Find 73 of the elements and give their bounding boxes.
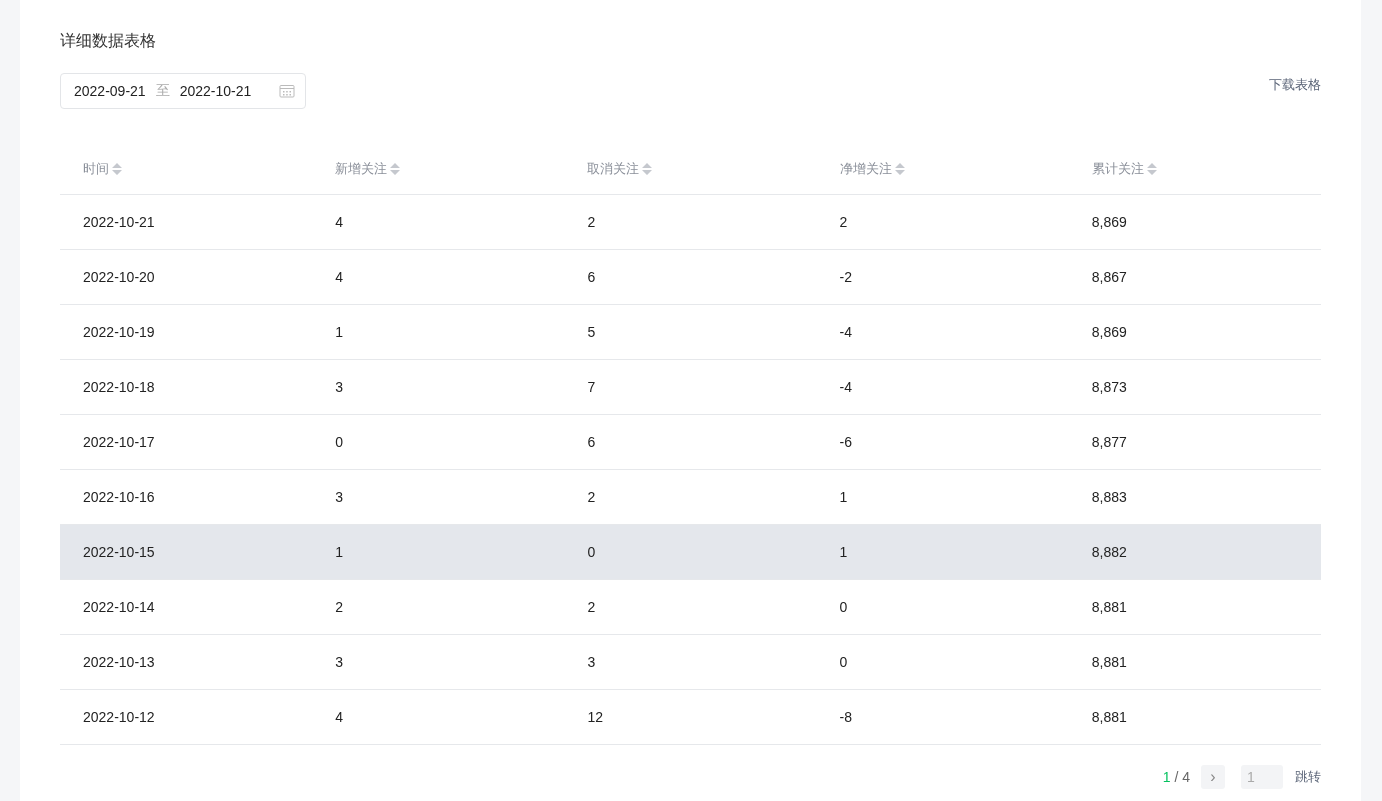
table-cell: 0 — [564, 524, 817, 580]
table-cell: 0 — [816, 579, 1069, 635]
table-cell: 2022-10-20 — [60, 249, 313, 305]
table-cell: 0 — [312, 414, 565, 470]
table-cell: 8,873 — [1068, 359, 1321, 415]
sort-icon[interactable] — [894, 161, 905, 176]
jump-link[interactable]: 跳转 — [1295, 768, 1321, 786]
table-cell: -4 — [816, 304, 1069, 360]
table-cell: 8,883 — [1068, 469, 1321, 525]
table-cell: 3 — [312, 469, 565, 525]
table-cell: 2 — [816, 194, 1069, 250]
table-cell: 1 — [816, 524, 1069, 580]
table-row[interactable]: 2022-10-12 4 12 -8 8,881 — [60, 689, 1321, 745]
table-cell: 8,869 — [1068, 194, 1321, 250]
table-cell: 4 — [312, 249, 565, 305]
sort-icon[interactable] — [1146, 161, 1157, 176]
table-cell: 4 — [312, 689, 565, 745]
table-cell: 12 — [564, 689, 817, 745]
table-cell: -6 — [816, 414, 1069, 470]
table-cell: 3 — [312, 634, 565, 690]
table-cell: -8 — [816, 689, 1069, 745]
page-input[interactable]: 1 — [1241, 765, 1283, 789]
table-cell: 2022-10-12 — [60, 689, 313, 745]
table-cell: 6 — [564, 414, 817, 470]
table-cell: 8,882 — [1068, 524, 1321, 580]
table-cell: 2022-10-14 — [60, 579, 313, 635]
table-cell: 2 — [564, 194, 817, 250]
table-cell: 2022-10-17 — [60, 414, 313, 470]
table-cell: 6 — [564, 249, 817, 305]
download-link[interactable]: 下载表格 — [1269, 76, 1321, 94]
table-cell: 2022-10-18 — [60, 359, 313, 415]
table-cell: 7 — [564, 359, 817, 415]
table-cell: 2022-10-13 — [60, 634, 313, 690]
table-cell: 2 — [564, 579, 817, 635]
table-row[interactable]: 2022-10-18 3 7 -4 8,873 — [60, 359, 1321, 415]
table-row[interactable]: 2022-10-16 3 2 1 8,883 — [60, 469, 1321, 525]
table-cell: 3 — [312, 359, 565, 415]
table-cell: 3 — [564, 634, 817, 690]
table-cell: 0 — [816, 634, 1069, 690]
section-title: 详细数据表格 — [60, 31, 156, 51]
table-cell: 8,869 — [1068, 304, 1321, 360]
table-row[interactable]: 2022-10-20 4 6 -2 8,867 — [60, 249, 1321, 305]
table-cell: 4 — [312, 194, 565, 250]
sort-icon[interactable] — [642, 161, 653, 176]
table-row[interactable]: 2022-10-13 3 3 0 8,881 — [60, 634, 1321, 690]
table-row[interactable]: 2022-10-19 1 5 -4 8,869 — [60, 304, 1321, 360]
table-row[interactable]: 2022-10-14 2 2 0 8,881 — [60, 579, 1321, 635]
table-cell: 8,867 — [1068, 249, 1321, 305]
table-cell: 2022-10-15 — [60, 524, 313, 580]
total-pages: / 4 — [1174, 769, 1190, 785]
table-cell: -4 — [816, 359, 1069, 415]
table-cell: 2 — [312, 579, 565, 635]
calendar-icon — [279, 84, 295, 98]
table-cell: 2 — [564, 469, 817, 525]
date-range-picker[interactable]: 2022-09-21 至 2022-10-21 — [60, 73, 306, 109]
table-cell: 1 — [312, 304, 565, 360]
table-row[interactable]: 2022-10-17 0 6 -6 8,877 — [60, 414, 1321, 470]
table-cell: -2 — [816, 249, 1069, 305]
sort-icon[interactable] — [112, 161, 122, 176]
table-row[interactable]: 2022-10-15 1 0 1 8,882 — [60, 524, 1321, 580]
table-cell: 8,881 — [1068, 579, 1321, 635]
table-cell: 8,881 — [1068, 689, 1321, 745]
table-cell: 1 — [312, 524, 565, 580]
table-cell: 2022-10-19 — [60, 304, 313, 360]
table-row[interactable]: 2022-10-21 4 2 2 8,869 — [60, 194, 1321, 250]
table-cell: 8,877 — [1068, 414, 1321, 470]
table-cell: 2022-10-21 — [60, 194, 313, 250]
sort-icon[interactable] — [390, 161, 401, 176]
current-page: 1 — [1162, 769, 1171, 785]
table-cell: 2022-10-16 — [60, 469, 313, 525]
table-cell: 5 — [564, 304, 817, 360]
table-cell: 8,881 — [1068, 634, 1321, 690]
table-cell: 1 — [816, 469, 1069, 525]
